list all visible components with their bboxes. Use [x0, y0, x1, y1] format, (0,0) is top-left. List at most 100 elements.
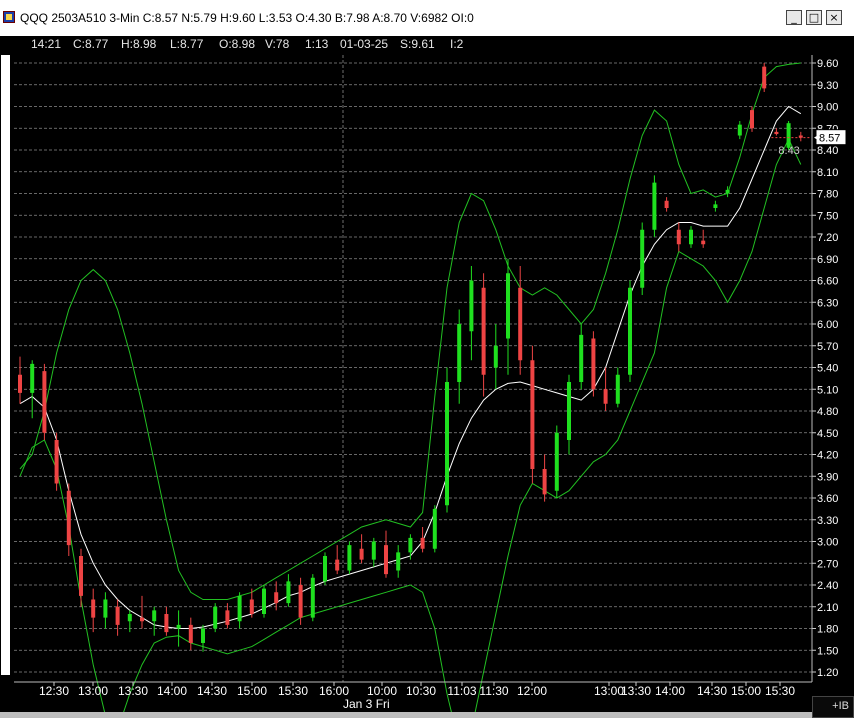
bollinger-upper-line — [19, 62, 801, 600]
y-tick-label: 1.80 — [817, 624, 838, 636]
y-tick-label: 8.40 — [817, 145, 838, 157]
x-tick-label: 13:30 — [118, 684, 148, 698]
date-row: Jan 3 Fri — [0, 697, 810, 712]
candle-body — [493, 345, 498, 368]
bollinger-lower-line — [19, 137, 802, 718]
candle-body — [225, 610, 230, 625]
candle — [310, 574, 315, 622]
candle — [115, 599, 120, 636]
candle-body — [384, 545, 388, 575]
ib-corner-button[interactable]: +IB — [812, 696, 854, 718]
x-tick-label: 14:30 — [697, 684, 727, 698]
candle-body — [701, 240, 706, 245]
candle-body — [249, 599, 254, 614]
last-price-marker: 8.57 — [814, 129, 847, 146]
x-tick-label: 10:00 — [367, 684, 397, 698]
candle-body — [737, 124, 742, 136]
candle-body — [628, 287, 632, 375]
session-date-label: Jan 3 Fri — [343, 697, 390, 711]
candle — [615, 367, 620, 408]
candle-body — [274, 592, 279, 604]
x-tick-label: 12:30 — [39, 684, 69, 698]
y-tick-label: 1.50 — [817, 645, 838, 657]
candle-body — [640, 229, 645, 288]
y-tick-label: 8.10 — [817, 167, 838, 179]
candle — [201, 624, 205, 652]
x-tick-label: 15:00 — [237, 684, 267, 698]
candle — [66, 483, 71, 556]
candle — [359, 534, 364, 564]
bollinger-bands — [19, 62, 802, 718]
candle — [140, 595, 144, 629]
candle-body — [591, 338, 596, 390]
y-tick-label: 5.40 — [817, 363, 838, 375]
candle-body — [408, 537, 413, 553]
bottom-scrollbar[interactable] — [0, 712, 812, 718]
candle — [445, 367, 449, 513]
candle — [164, 606, 169, 636]
y-tick-label: 9.60 — [817, 58, 838, 70]
candle-body — [567, 382, 571, 440]
candle-body — [201, 628, 205, 643]
candle — [91, 588, 96, 633]
candle — [176, 610, 181, 647]
y-tick-label: 5.10 — [817, 384, 838, 396]
candle-body — [676, 229, 681, 245]
candle — [676, 222, 681, 252]
candle — [371, 537, 376, 567]
candle — [701, 229, 706, 248]
candle — [323, 552, 327, 585]
candle-body — [432, 508, 437, 549]
candle-body — [615, 374, 620, 404]
y-tick-label: 4.80 — [817, 406, 838, 418]
candle-body — [140, 617, 144, 622]
candle — [554, 425, 559, 498]
candle — [798, 131, 803, 142]
candle-body — [579, 334, 584, 382]
candle-body — [347, 545, 352, 571]
x-tick-label: 16:00 — [319, 684, 349, 698]
candle — [396, 545, 401, 578]
candle — [188, 617, 193, 651]
candle-body — [481, 287, 486, 375]
y-tick-label: 2.70 — [817, 558, 838, 570]
candle-body — [127, 614, 132, 622]
candle — [518, 266, 523, 375]
candle-body — [188, 624, 193, 643]
candle — [42, 363, 47, 440]
candle — [152, 606, 157, 636]
x-axis: 12:30 13:00 13:30 14:00 14:30 15:00 15:30 16:00… — [14, 681, 812, 698]
candle — [542, 454, 547, 502]
candle — [79, 548, 83, 607]
candle — [652, 175, 657, 237]
candle-body — [750, 110, 754, 129]
candle-body — [469, 280, 474, 332]
candle-body — [310, 577, 315, 618]
x-tick-label: 14:00 — [157, 684, 187, 698]
candle-body — [713, 204, 718, 208]
candle — [762, 63, 767, 92]
candle — [54, 432, 59, 491]
y-tick-label: 9.30 — [817, 80, 838, 92]
candle-body — [213, 606, 218, 629]
candle — [408, 534, 413, 560]
y-tick-label: 3.90 — [817, 471, 838, 483]
price-chart: 9.609.309.008.708.408.107.807.507.206.90… — [14, 55, 847, 718]
candle-body — [542, 469, 547, 495]
candle-body — [30, 363, 35, 393]
candle — [213, 603, 218, 633]
candle-body — [457, 324, 462, 382]
candle — [774, 128, 779, 136]
candle-body — [603, 389, 608, 404]
candle-body — [518, 287, 523, 361]
candle — [664, 197, 669, 212]
x-tick-label: 13:00 — [78, 684, 108, 698]
candle — [603, 367, 608, 411]
x-tick-label: 13:00 — [594, 684, 624, 698]
candle-body — [762, 66, 767, 89]
candle — [30, 360, 35, 419]
candle-body — [420, 537, 425, 549]
y-tick-label: 6.00 — [817, 319, 838, 331]
candle-body — [103, 599, 108, 618]
candle-body — [664, 200, 669, 208]
